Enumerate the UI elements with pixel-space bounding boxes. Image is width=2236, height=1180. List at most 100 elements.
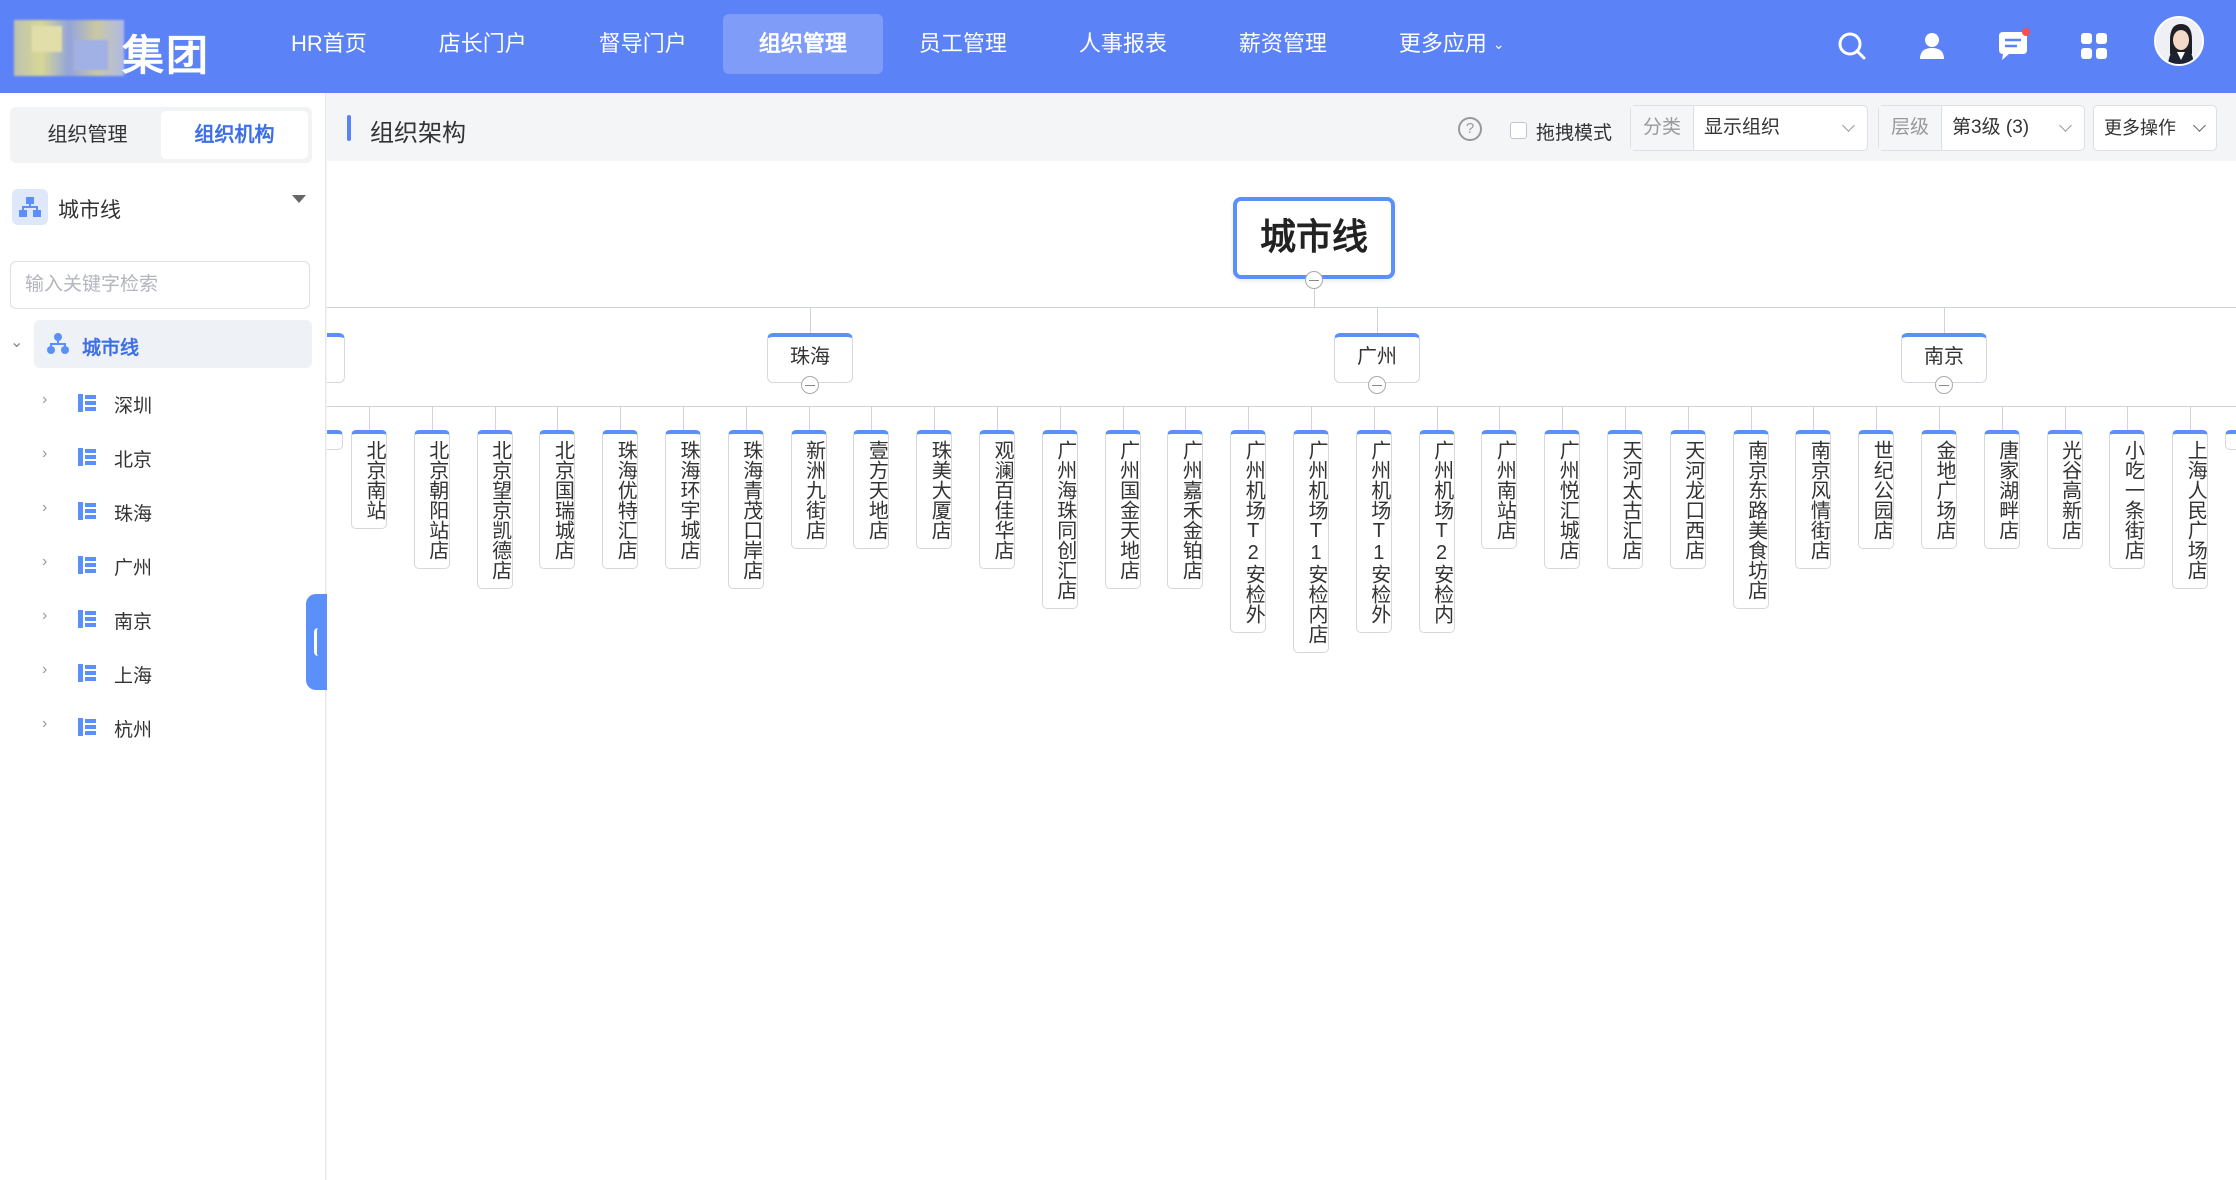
nav-hr-home[interactable]: HR首页 <box>255 14 403 74</box>
collapse-toggle-icon[interactable] <box>1368 376 1386 394</box>
tree-item[interactable]: › 南京 <box>42 598 312 638</box>
chevron-right-icon[interactable]: › <box>42 661 47 679</box>
store-node-partial[interactable] <box>327 430 343 450</box>
chevron-right-icon[interactable]: › <box>42 499 47 517</box>
sidebar-tabs: 组织管理 组织机构 <box>10 107 312 163</box>
chevron-right-icon[interactable]: › <box>42 445 47 463</box>
connector-line <box>327 307 2236 308</box>
category-select[interactable]: 分类 显示组织 <box>1630 105 1868 151</box>
connector-line <box>620 406 622 430</box>
store-node[interactable]: 广州悦汇城店 <box>1544 430 1581 569</box>
connector-line <box>1185 406 1187 430</box>
store-node[interactable]: 珠美大厦店 <box>916 430 953 549</box>
store-node[interactable]: 上海人民广场店 <box>2172 430 2209 589</box>
company-logo[interactable]: 集团 <box>14 14 214 79</box>
store-node-partial[interactable] <box>2225 430 2236 450</box>
nav-supervisor-portal[interactable]: 督导门户 <box>563 14 723 74</box>
nav-store-manager-portal[interactable]: 店长门户 <box>403 14 563 74</box>
user-icon[interactable] <box>1912 26 1952 66</box>
collapse-toggle-icon[interactable] <box>801 376 819 394</box>
tree-item[interactable]: › 广州 <box>42 544 312 584</box>
tree-item[interactable]: › 上海 <box>42 652 312 692</box>
store-node[interactable]: 广州机场T2安检外 <box>1230 430 1267 633</box>
store-node[interactable]: 天河龙口西店 <box>1669 430 1706 569</box>
connector-line <box>871 406 873 430</box>
tab-org-structure[interactable]: 组织机构 <box>161 111 308 159</box>
tree-item[interactable]: › 杭州 <box>42 706 312 746</box>
apps-grid-icon[interactable] <box>2074 26 2114 66</box>
tree-root-node[interactable]: ⌄ 城市线 <box>10 320 312 368</box>
store-node[interactable]: 观澜百佳华店 <box>979 430 1015 569</box>
store-node[interactable]: 广州南站店 <box>1481 430 1518 549</box>
message-icon[interactable] <box>1993 26 2033 66</box>
connector-line <box>1311 406 1312 430</box>
store-node[interactable]: 金地广场店 <box>1921 430 1957 549</box>
tab-org-management[interactable]: 组织管理 <box>14 111 161 159</box>
nav-more-apps[interactable]: 更多应用 ⌄ <box>1363 14 1541 74</box>
store-node[interactable]: 世纪公园店 <box>1858 430 1895 549</box>
tree-item[interactable]: › 深圳 <box>42 382 312 422</box>
more-operations-button[interactable]: 更多操作 <box>2093 105 2217 151</box>
store-node[interactable]: 广州机场T1安检外 <box>1355 430 1392 633</box>
connector-line <box>1314 289 1315 307</box>
store-node[interactable]: 北京朝阳站店 <box>413 430 450 569</box>
tree-item[interactable]: › 珠海 <box>42 490 312 530</box>
help-icon[interactable]: ? <box>1458 117 1482 141</box>
store-node[interactable]: 广州国金天地店 <box>1104 430 1141 589</box>
connector-line <box>1750 406 1752 430</box>
store-node[interactable]: 光谷高新店 <box>2046 430 2083 549</box>
store-node[interactable]: 珠海青茂口岸店 <box>727 430 764 589</box>
store-node[interactable]: 天河太古汇店 <box>1607 430 1643 569</box>
nav-org-management[interactable]: 组织管理 <box>722 14 883 74</box>
org-dropdown[interactable]: 城市线 <box>10 183 312 229</box>
store-node[interactable]: 广州机场T1安检内店 <box>1293 430 1329 653</box>
store-node[interactable]: 广州嘉禾金铂店 <box>1167 430 1204 589</box>
search-icon[interactable] <box>1832 26 1872 66</box>
collapse-panel-handle[interactable] <box>306 594 328 690</box>
department-icon <box>76 662 98 684</box>
org-root-node[interactable]: 城市线 <box>1233 197 1395 279</box>
nav-employee-management[interactable]: 员工管理 <box>883 14 1043 74</box>
store-node[interactable]: 北京国瑞城店 <box>539 430 576 569</box>
chevron-right-icon[interactable]: › <box>42 607 47 625</box>
store-node[interactable]: 珠海优特汇店 <box>602 430 639 569</box>
avatar[interactable] <box>2154 16 2204 66</box>
city-node-partial[interactable] <box>327 333 345 383</box>
chevron-right-icon[interactable]: › <box>42 553 47 571</box>
store-node[interactable]: 壹方天地店 <box>853 430 890 549</box>
connector-line <box>810 307 811 333</box>
store-node[interactable]: 广州机场T2安检内 <box>1418 430 1455 633</box>
page-title: 组织架构 <box>370 120 466 147</box>
store-node[interactable]: 新洲九街店 <box>790 430 827 549</box>
caret-down-icon <box>292 195 306 203</box>
department-icon <box>76 608 98 630</box>
store-node[interactable]: 南京风情街店 <box>1795 430 1832 569</box>
level-select[interactable]: 层级 第3级 (3) <box>1878 105 2085 151</box>
tree-item-label: 北京 <box>114 450 153 471</box>
connector-line <box>1944 307 1945 333</box>
connector-line <box>2001 406 2003 430</box>
nav-hr-reports[interactable]: 人事报表 <box>1043 14 1203 74</box>
tree-root-label: 城市线 <box>82 338 140 359</box>
store-node[interactable]: 北京望京凯德店 <box>476 430 513 589</box>
chevron-right-icon[interactable]: › <box>42 391 47 409</box>
collapse-toggle-icon[interactable] <box>1935 376 1953 394</box>
nav-payroll-management[interactable]: 薪资管理 <box>1203 14 1363 74</box>
store-node[interactable]: 小吃一条街店 <box>2109 430 2146 569</box>
store-node[interactable]: 广州海珠同创汇店 <box>1041 430 1078 609</box>
connector-line <box>1499 406 1501 430</box>
search-input[interactable] <box>10 261 310 309</box>
store-node[interactable]: 北京南站 <box>351 430 387 529</box>
store-node[interactable]: 南京东路美食坊店 <box>1732 430 1769 609</box>
chevron-right-icon[interactable]: › <box>42 715 47 733</box>
collapse-toggle-icon[interactable] <box>1305 271 1323 289</box>
tree-item-label: 深圳 <box>114 396 153 417</box>
checkbox-box[interactable] <box>1510 122 1527 139</box>
expand-down-icon[interactable]: ⌄ <box>10 332 23 352</box>
org-chart-canvas[interactable]: 城市线 珠海 广州 南京 北京南站 北京朝阳站店 北京望京凯德店 北京国瑞城店 珠海优特汇店珠… <box>327 161 2236 1180</box>
tree-item[interactable]: › 北京 <box>42 436 312 476</box>
level-select-value: 第3级 (3) <box>1942 106 2084 150</box>
store-node[interactable]: 珠海环宇城店 <box>665 430 701 569</box>
store-node[interactable]: 唐家湖畔店 <box>1983 430 2020 549</box>
tree-item-label: 杭州 <box>114 720 153 741</box>
